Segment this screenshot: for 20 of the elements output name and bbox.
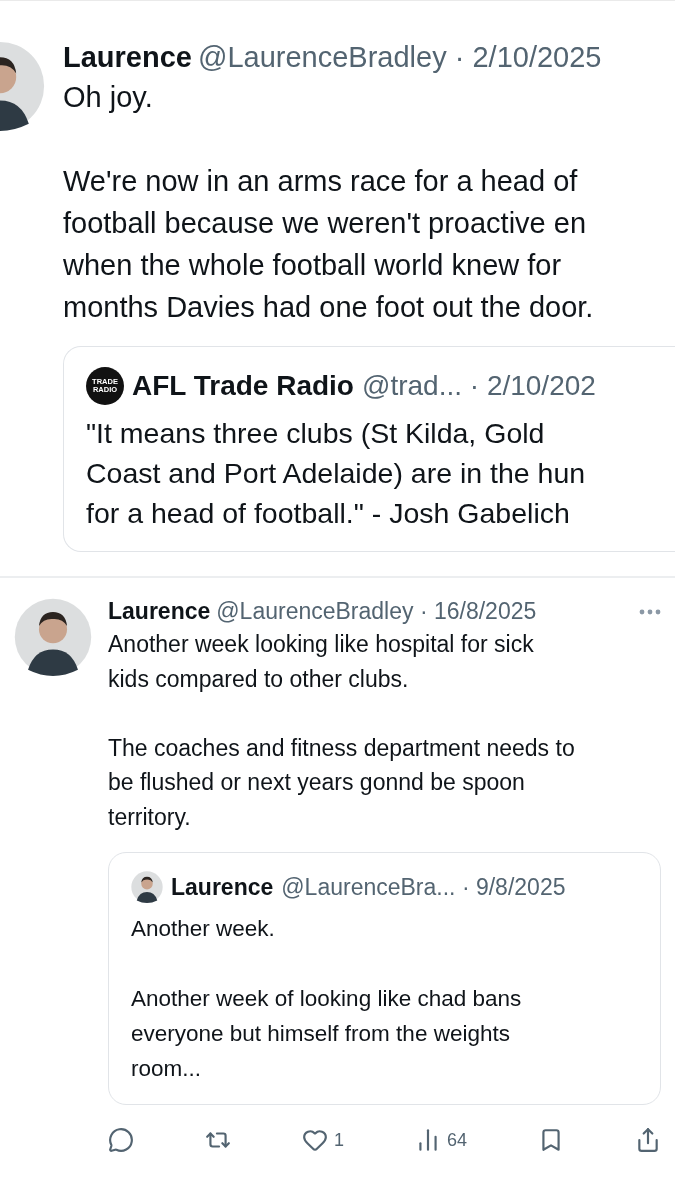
author-name: Laurence: [108, 598, 211, 625]
post-meta: @LaurenceBra... · 9/8/2025: [281, 873, 566, 901]
quoted-text: "It means three clubs (St Kilda, Gold Coast and Port Adelaide) are in the hun for a head of football." - Josh Gabelich: [86, 416, 587, 531]
post-meta: @LaurenceBradley · 2/10/2025: [197, 41, 602, 74]
post-meta: @trad... · 2/10/202: [361, 370, 596, 402]
post-meta: @LaurenceBradley · 16/8/2025: [216, 598, 537, 625]
quoted-post[interactable]: Laurence @LaurenceBra... · 9/8/2025 Another week. Another week of looking like chad bans everyone but himself from the weights room...: [108, 852, 661, 1105]
more-button[interactable]: [639, 608, 661, 615]
like-icon: [301, 1127, 328, 1153]
more-icon: [639, 608, 661, 615]
reply-icon: [108, 1127, 134, 1153]
reply-button[interactable]: [108, 1127, 134, 1153]
post-text: Another week looking like hospital for sick kids compared to other clubs. The coaches and fitness department needs to be flushed or next years gonnd be spoon territory.: [108, 630, 576, 832]
post-text: Oh joy. We're now in an arms race for a head of football because we weren't proactive en when the whole football world knew for months Davies had one foot out the door.: [63, 80, 595, 325]
quoted-text: Another week. Another week of looking like chad bans everyone but himself from the weights room...: [131, 915, 523, 1083]
author-name: AFL Trade Radio: [132, 370, 354, 402]
author-name: Laurence: [63, 41, 192, 74]
author-name: Laurence: [171, 873, 274, 901]
views-button[interactable]: 64: [414, 1127, 467, 1153]
like-button[interactable]: 1: [301, 1127, 344, 1153]
